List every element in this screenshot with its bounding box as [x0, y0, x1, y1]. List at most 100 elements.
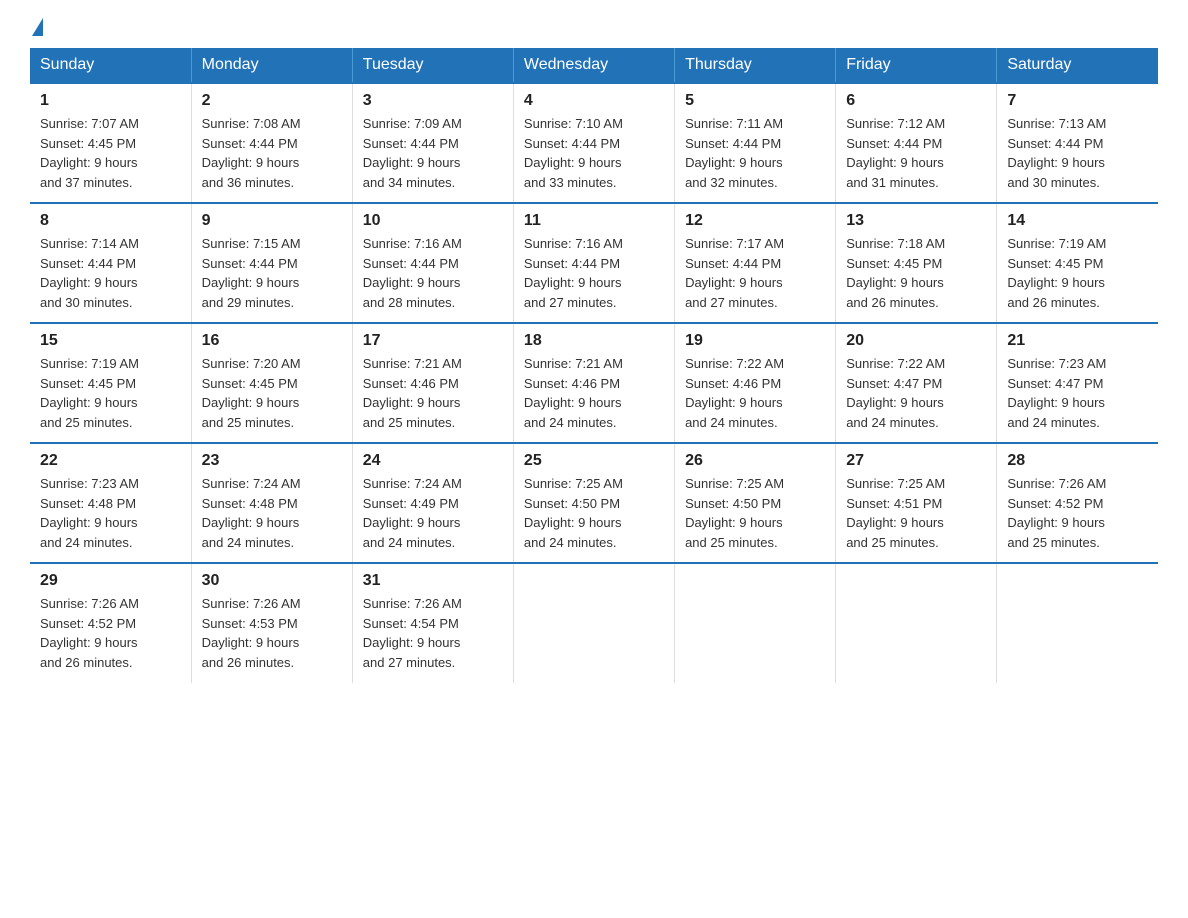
calendar-cell: 27 Sunrise: 7:25 AMSunset: 4:51 PMDaylig…: [836, 443, 997, 563]
calendar-cell: 31 Sunrise: 7:26 AMSunset: 4:54 PMDaylig…: [352, 563, 513, 683]
day-info: Sunrise: 7:19 AMSunset: 4:45 PMDaylight:…: [1007, 234, 1148, 312]
day-info: Sunrise: 7:22 AMSunset: 4:46 PMDaylight:…: [685, 354, 825, 432]
calendar-cell: 17 Sunrise: 7:21 AMSunset: 4:46 PMDaylig…: [352, 323, 513, 443]
calendar-cell: 11 Sunrise: 7:16 AMSunset: 4:44 PMDaylig…: [513, 203, 674, 323]
day-info: Sunrise: 7:11 AMSunset: 4:44 PMDaylight:…: [685, 114, 825, 192]
calendar-cell: 1 Sunrise: 7:07 AMSunset: 4:45 PMDayligh…: [30, 83, 191, 203]
day-info: Sunrise: 7:07 AMSunset: 4:45 PMDaylight:…: [40, 114, 181, 192]
weekday-header-saturday: Saturday: [997, 48, 1158, 83]
day-info: Sunrise: 7:23 AMSunset: 4:48 PMDaylight:…: [40, 474, 181, 552]
calendar-week-3: 15 Sunrise: 7:19 AMSunset: 4:45 PMDaylig…: [30, 323, 1158, 443]
day-number: 27: [846, 452, 986, 470]
day-number: 30: [202, 572, 342, 590]
calendar-cell: 28 Sunrise: 7:26 AMSunset: 4:52 PMDaylig…: [997, 443, 1158, 563]
day-number: 2: [202, 92, 342, 110]
day-info: Sunrise: 7:16 AMSunset: 4:44 PMDaylight:…: [363, 234, 503, 312]
weekday-header-thursday: Thursday: [675, 48, 836, 83]
calendar-week-5: 29 Sunrise: 7:26 AMSunset: 4:52 PMDaylig…: [30, 563, 1158, 683]
logo-triangle-icon: [32, 18, 43, 36]
weekday-header-sunday: Sunday: [30, 48, 191, 83]
day-info: Sunrise: 7:25 AMSunset: 4:51 PMDaylight:…: [846, 474, 986, 552]
day-info: Sunrise: 7:12 AMSunset: 4:44 PMDaylight:…: [846, 114, 986, 192]
calendar-cell: 23 Sunrise: 7:24 AMSunset: 4:48 PMDaylig…: [191, 443, 352, 563]
weekday-header-friday: Friday: [836, 48, 997, 83]
calendar-week-1: 1 Sunrise: 7:07 AMSunset: 4:45 PMDayligh…: [30, 83, 1158, 203]
day-info: Sunrise: 7:18 AMSunset: 4:45 PMDaylight:…: [846, 234, 986, 312]
day-number: 28: [1007, 452, 1148, 470]
calendar-cell: 9 Sunrise: 7:15 AMSunset: 4:44 PMDayligh…: [191, 203, 352, 323]
calendar-cell: 15 Sunrise: 7:19 AMSunset: 4:45 PMDaylig…: [30, 323, 191, 443]
calendar-cell: 8 Sunrise: 7:14 AMSunset: 4:44 PMDayligh…: [30, 203, 191, 323]
calendar-cell: 26 Sunrise: 7:25 AMSunset: 4:50 PMDaylig…: [675, 443, 836, 563]
calendar-table: SundayMondayTuesdayWednesdayThursdayFrid…: [30, 48, 1158, 683]
day-info: Sunrise: 7:17 AMSunset: 4:44 PMDaylight:…: [685, 234, 825, 312]
day-info: Sunrise: 7:14 AMSunset: 4:44 PMDaylight:…: [40, 234, 181, 312]
day-number: 20: [846, 332, 986, 350]
day-number: 26: [685, 452, 825, 470]
day-number: 25: [524, 452, 664, 470]
day-info: Sunrise: 7:26 AMSunset: 4:54 PMDaylight:…: [363, 594, 503, 672]
calendar-cell: 20 Sunrise: 7:22 AMSunset: 4:47 PMDaylig…: [836, 323, 997, 443]
calendar-cell: 22 Sunrise: 7:23 AMSunset: 4:48 PMDaylig…: [30, 443, 191, 563]
day-number: 21: [1007, 332, 1148, 350]
calendar-cell: 14 Sunrise: 7:19 AMSunset: 4:45 PMDaylig…: [997, 203, 1158, 323]
day-info: Sunrise: 7:20 AMSunset: 4:45 PMDaylight:…: [202, 354, 342, 432]
day-info: Sunrise: 7:26 AMSunset: 4:53 PMDaylight:…: [202, 594, 342, 672]
day-info: Sunrise: 7:24 AMSunset: 4:48 PMDaylight:…: [202, 474, 342, 552]
calendar-cell: 6 Sunrise: 7:12 AMSunset: 4:44 PMDayligh…: [836, 83, 997, 203]
calendar-cell: 29 Sunrise: 7:26 AMSunset: 4:52 PMDaylig…: [30, 563, 191, 683]
day-info: Sunrise: 7:21 AMSunset: 4:46 PMDaylight:…: [524, 354, 664, 432]
day-number: 8: [40, 212, 181, 230]
calendar-week-2: 8 Sunrise: 7:14 AMSunset: 4:44 PMDayligh…: [30, 203, 1158, 323]
calendar-cell: 19 Sunrise: 7:22 AMSunset: 4:46 PMDaylig…: [675, 323, 836, 443]
day-number: 22: [40, 452, 181, 470]
calendar-cell: 2 Sunrise: 7:08 AMSunset: 4:44 PMDayligh…: [191, 83, 352, 203]
day-info: Sunrise: 7:10 AMSunset: 4:44 PMDaylight:…: [524, 114, 664, 192]
day-number: 13: [846, 212, 986, 230]
day-info: Sunrise: 7:16 AMSunset: 4:44 PMDaylight:…: [524, 234, 664, 312]
day-info: Sunrise: 7:24 AMSunset: 4:49 PMDaylight:…: [363, 474, 503, 552]
day-number: 11: [524, 212, 664, 230]
calendar-cell: 18 Sunrise: 7:21 AMSunset: 4:46 PMDaylig…: [513, 323, 674, 443]
day-info: Sunrise: 7:25 AMSunset: 4:50 PMDaylight:…: [524, 474, 664, 552]
logo: [30, 20, 43, 30]
calendar-cell: 24 Sunrise: 7:24 AMSunset: 4:49 PMDaylig…: [352, 443, 513, 563]
day-info: Sunrise: 7:26 AMSunset: 4:52 PMDaylight:…: [40, 594, 181, 672]
calendar-week-4: 22 Sunrise: 7:23 AMSunset: 4:48 PMDaylig…: [30, 443, 1158, 563]
calendar-cell: 21 Sunrise: 7:23 AMSunset: 4:47 PMDaylig…: [997, 323, 1158, 443]
day-info: Sunrise: 7:13 AMSunset: 4:44 PMDaylight:…: [1007, 114, 1148, 192]
day-number: 19: [685, 332, 825, 350]
calendar-cell: 16 Sunrise: 7:20 AMSunset: 4:45 PMDaylig…: [191, 323, 352, 443]
calendar-cell: [675, 563, 836, 683]
day-number: 24: [363, 452, 503, 470]
weekday-header-tuesday: Tuesday: [352, 48, 513, 83]
day-number: 17: [363, 332, 503, 350]
calendar-cell: 13 Sunrise: 7:18 AMSunset: 4:45 PMDaylig…: [836, 203, 997, 323]
day-info: Sunrise: 7:08 AMSunset: 4:44 PMDaylight:…: [202, 114, 342, 192]
day-info: Sunrise: 7:19 AMSunset: 4:45 PMDaylight:…: [40, 354, 181, 432]
day-info: Sunrise: 7:23 AMSunset: 4:47 PMDaylight:…: [1007, 354, 1148, 432]
calendar-cell: 12 Sunrise: 7:17 AMSunset: 4:44 PMDaylig…: [675, 203, 836, 323]
calendar-cell: 7 Sunrise: 7:13 AMSunset: 4:44 PMDayligh…: [997, 83, 1158, 203]
day-number: 23: [202, 452, 342, 470]
day-info: Sunrise: 7:26 AMSunset: 4:52 PMDaylight:…: [1007, 474, 1148, 552]
calendar-cell: 3 Sunrise: 7:09 AMSunset: 4:44 PMDayligh…: [352, 83, 513, 203]
day-number: 3: [363, 92, 503, 110]
day-number: 12: [685, 212, 825, 230]
day-info: Sunrise: 7:09 AMSunset: 4:44 PMDaylight:…: [363, 114, 503, 192]
calendar-cell: 5 Sunrise: 7:11 AMSunset: 4:44 PMDayligh…: [675, 83, 836, 203]
day-number: 18: [524, 332, 664, 350]
day-number: 5: [685, 92, 825, 110]
day-info: Sunrise: 7:15 AMSunset: 4:44 PMDaylight:…: [202, 234, 342, 312]
weekday-header-wednesday: Wednesday: [513, 48, 674, 83]
calendar-cell: 25 Sunrise: 7:25 AMSunset: 4:50 PMDaylig…: [513, 443, 674, 563]
day-number: 7: [1007, 92, 1148, 110]
calendar-cell: 30 Sunrise: 7:26 AMSunset: 4:53 PMDaylig…: [191, 563, 352, 683]
day-number: 6: [846, 92, 986, 110]
day-number: 9: [202, 212, 342, 230]
calendar-cell: [997, 563, 1158, 683]
day-number: 1: [40, 92, 181, 110]
day-number: 14: [1007, 212, 1148, 230]
calendar-cell: [836, 563, 997, 683]
calendar-cell: [513, 563, 674, 683]
